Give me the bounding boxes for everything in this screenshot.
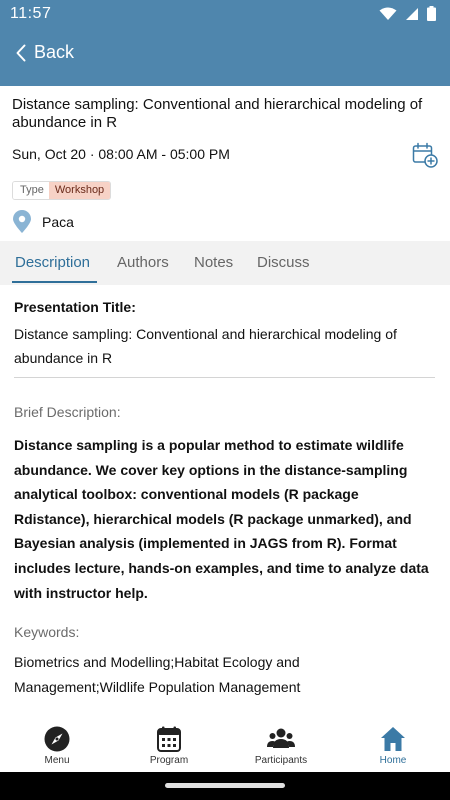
status-icons: [379, 6, 436, 21]
home-icon: [381, 727, 405, 751]
presentation-title-heading: Presentation Title:: [14, 299, 136, 315]
brief-description-heading: Brief Description:: [14, 404, 121, 420]
nav-home[interactable]: Home: [337, 726, 449, 766]
nav-home-label: Home: [379, 755, 407, 766]
keywords: Biometrics and Modelling;Habitat Ecology…: [14, 654, 301, 695]
type-badge-key: Type: [13, 182, 49, 199]
session-datetime: Sun, Oct 20 · 08:00 AM - 05:00 PM: [12, 146, 230, 162]
presentation-title: Distance sampling: Conventional and hier…: [14, 326, 397, 366]
nav-program-label: Program: [149, 755, 189, 766]
tab-discuss[interactable]: Discuss: [257, 254, 310, 271]
status-time: 11:57: [10, 5, 52, 22]
signal-icon: [406, 7, 418, 20]
location[interactable]: Paca: [12, 210, 74, 234]
type-badge-value: Workshop: [48, 182, 111, 199]
type-badge: Type Workshop: [12, 181, 112, 200]
chevron-left-icon: [16, 44, 26, 61]
divider: [14, 377, 435, 378]
tab-bar: Description Authors Notes Discuss: [0, 241, 450, 285]
keywords-heading: Keywords:: [14, 624, 80, 640]
session-title: Distance sampling: Conventional and hier…: [12, 96, 423, 131]
tab-description[interactable]: Description: [15, 254, 90, 271]
nav-menu-label: Menu: [44, 755, 70, 766]
compass-icon: [44, 726, 70, 752]
tab-notes[interactable]: Notes: [194, 254, 233, 271]
brief-description: Distance sampling is a popular method to…: [14, 437, 429, 601]
status-bar: 11:57: [0, 0, 450, 28]
system-nav-bar: [0, 772, 450, 800]
map-pin-icon: [13, 210, 31, 233]
back-label: Back: [34, 42, 75, 62]
app-bar: Back: [0, 28, 450, 86]
active-tab-indicator: [12, 281, 97, 283]
wifi-icon: [379, 7, 397, 20]
location-name: Paca: [42, 214, 74, 230]
home-gesture-handle[interactable]: [165, 783, 285, 788]
nav-menu[interactable]: Menu: [1, 726, 113, 766]
battery-icon: [427, 6, 436, 21]
people-icon: [267, 728, 295, 748]
back-button[interactable]: Back: [16, 42, 74, 63]
tab-authors[interactable]: Authors: [117, 254, 169, 271]
session-header: Distance sampling: Conventional and hier…: [0, 86, 450, 241]
calendar-icon: [157, 726, 181, 752]
bottom-nav: Menu Program Participants Home: [0, 720, 450, 772]
add-to-calendar-icon[interactable]: [412, 142, 438, 168]
nav-participants-label: Participants: [254, 755, 308, 766]
description-panel[interactable]: Presentation Title: Distance sampling: C…: [0, 285, 450, 720]
nav-participants[interactable]: Participants: [225, 726, 337, 766]
nav-program[interactable]: Program: [113, 726, 225, 766]
